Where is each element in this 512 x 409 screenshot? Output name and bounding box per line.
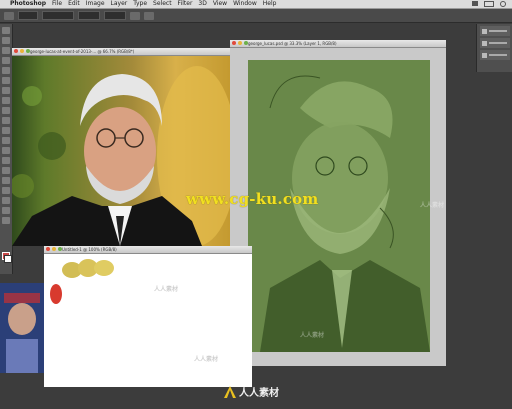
move-tool-icon[interactable] (2, 27, 10, 34)
thumbnail-image (0, 283, 44, 373)
color-dabs (50, 259, 114, 304)
menu-layer[interactable]: Layer (111, 0, 128, 8)
brush-tool-icon[interactable] (2, 97, 10, 104)
document-tab[interactable]: Untitled-1 @ 100% (RGB/8) (44, 246, 252, 254)
battery-icon[interactable] (484, 1, 494, 7)
gradient-tool-icon[interactable] (2, 137, 10, 144)
type-tool-icon[interactable] (2, 177, 10, 184)
untitled-document-window[interactable]: Untitled-1 @ 100% (RGB/8) 人人素材 人人素材 (44, 246, 252, 387)
eraser-tool-icon[interactable] (2, 127, 10, 134)
panel-tab-swatches[interactable] (480, 38, 510, 48)
menu-window[interactable]: Window (233, 0, 257, 8)
marquee-tool-icon[interactable] (2, 37, 10, 44)
panel-tab-color[interactable] (480, 26, 510, 36)
menubar-status (472, 1, 512, 7)
airbrush-icon[interactable] (130, 11, 140, 20)
faint-watermark: 人人素材 (194, 356, 219, 363)
menu-edit[interactable]: Edit (68, 0, 80, 8)
close-button[interactable] (14, 49, 18, 53)
document-tab[interactable]: george_lucas.psd @ 33.3% (Layer 1, RGB/8… (230, 40, 446, 48)
menu-type[interactable]: Type (133, 0, 147, 8)
menu-view[interactable]: View (213, 0, 227, 8)
opacity-field[interactable] (78, 11, 100, 20)
menu-bar: Photoshop File Edit Image Layer Type Sel… (0, 0, 512, 9)
pen-tool-icon[interactable] (2, 167, 10, 174)
menu-help[interactable]: Help (263, 0, 277, 8)
minimize-button[interactable] (20, 49, 24, 53)
zoom-tool-icon[interactable] (2, 217, 10, 224)
pressure-icon[interactable] (144, 11, 154, 20)
crop-tool-icon[interactable] (2, 67, 10, 74)
eyedropper-tool-icon[interactable] (2, 77, 10, 84)
scratch-canvas[interactable]: 人人素材 人人素材 (44, 254, 252, 387)
panel-tab-layers[interactable] (480, 50, 510, 60)
portrait-image (12, 66, 230, 246)
wifi-icon[interactable] (472, 1, 478, 6)
reference-photo-window[interactable]: george-lucas-at-event-of-2013-... @ 66.7… (12, 48, 230, 246)
options-bar (0, 9, 512, 23)
background-color-swatch[interactable] (4, 255, 12, 263)
panel-dock (476, 24, 512, 72)
mode-dropdown[interactable] (42, 11, 74, 20)
history-brush-tool-icon[interactable] (2, 117, 10, 124)
quick-select-tool-icon[interactable] (2, 57, 10, 64)
partial-reference-thumbnail (0, 283, 44, 373)
document-title: george-lucas-at-event-of-2013-... @ 66.7… (30, 49, 135, 54)
faint-watermark: 人人素材 (420, 202, 445, 209)
app-menu-photoshop[interactable]: Photoshop (10, 0, 46, 8)
path-select-tool-icon[interactable] (2, 187, 10, 194)
minimize-button[interactable] (52, 247, 56, 251)
zoom-button[interactable] (58, 247, 62, 251)
brush-size-field[interactable] (18, 11, 38, 20)
logo-mark-icon (224, 385, 236, 398)
flow-field[interactable] (104, 11, 126, 20)
swatches-panel-icon (482, 40, 487, 46)
search-icon[interactable] (500, 1, 506, 7)
document-title: george_lucas.psd @ 33.3% (Layer 1, RGB/8… (248, 41, 337, 46)
shape-tool-icon[interactable] (2, 197, 10, 204)
reference-photo (12, 56, 230, 246)
faint-watermark: 人人素材 (300, 332, 325, 339)
minimize-button[interactable] (238, 41, 242, 45)
site-watermark: www.cg-ku.com (186, 190, 319, 208)
blur-tool-icon[interactable] (2, 147, 10, 154)
brand-logo: 人人素材 (224, 384, 279, 399)
healing-tool-icon[interactable] (2, 87, 10, 94)
close-button[interactable] (232, 41, 236, 45)
zoom-button[interactable] (244, 41, 248, 45)
logo-text: 人人素材 (239, 388, 279, 399)
zoom-button[interactable] (26, 49, 30, 53)
clone-stamp-tool-icon[interactable] (2, 107, 10, 114)
brush-tool-preset-icon[interactable] (4, 11, 14, 20)
hand-tool-icon[interactable] (2, 207, 10, 214)
faint-watermark: 人人素材 (154, 286, 179, 293)
close-button[interactable] (46, 247, 50, 251)
document-tab[interactable]: george-lucas-at-event-of-2013-... @ 66.7… (12, 48, 230, 56)
menu-image[interactable]: Image (86, 0, 105, 8)
menu-3d[interactable]: 3D (198, 0, 206, 8)
menu-file[interactable]: File (52, 0, 62, 8)
menu-filter[interactable]: Filter (178, 0, 193, 8)
layers-panel-icon (482, 52, 487, 58)
dodge-tool-icon[interactable] (2, 157, 10, 164)
menu-select[interactable]: Select (153, 0, 172, 8)
document-title: Untitled-1 @ 100% (RGB/8) (62, 247, 117, 252)
lasso-tool-icon[interactable] (2, 47, 10, 54)
color-panel-icon (482, 28, 487, 34)
